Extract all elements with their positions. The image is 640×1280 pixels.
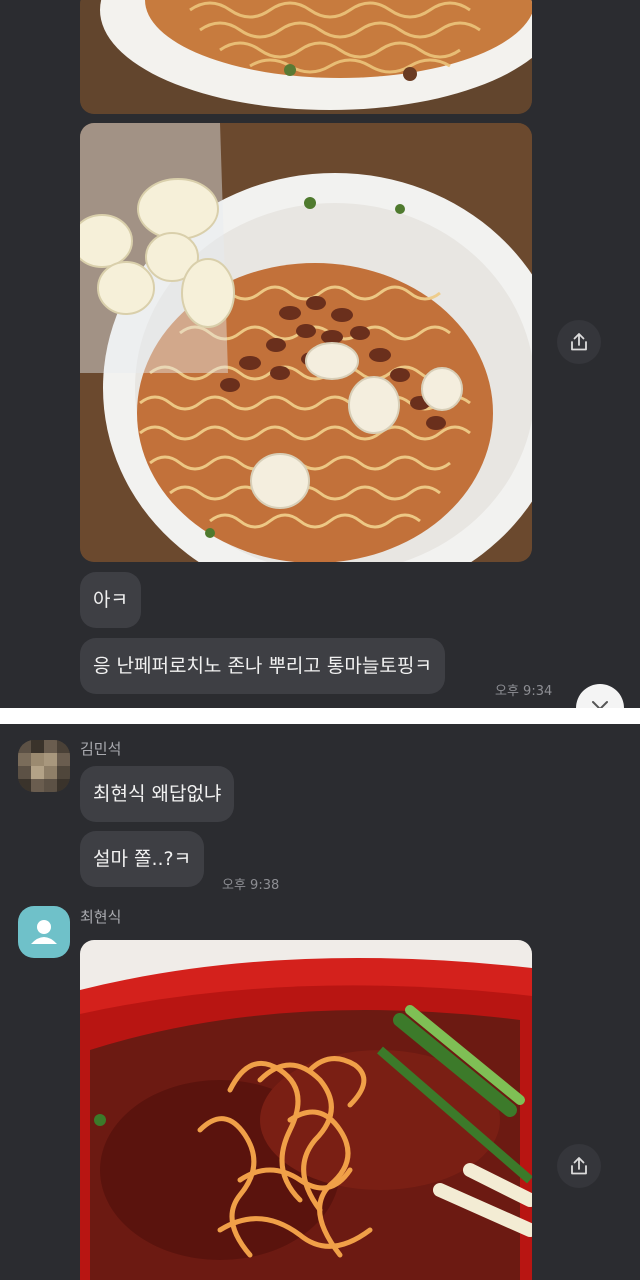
scroll-down-button[interactable] xyxy=(576,684,624,708)
photo-ramen-with-garlic[interactable] xyxy=(80,123,532,562)
message-bubble[interactable]: 설마 쫄..?ㅋ xyxy=(80,831,205,887)
chat-screenshot-top: 아ㅋ 응 난페퍼로치노 존나 뿌리고 통마늘토핑ㅋ 오후 9:34 xyxy=(0,0,640,708)
photo-ramen-cup-cropped[interactable] xyxy=(80,0,532,114)
share-icon xyxy=(571,333,587,351)
avatar-pixelated[interactable] xyxy=(18,740,70,792)
message-time: 오후 9:34 xyxy=(495,684,553,699)
sender-name: 김민석 xyxy=(80,740,122,758)
sender-name: 최현식 xyxy=(80,908,122,926)
message-time: 오후 9:38 xyxy=(222,878,280,893)
chat-screenshot-bottom: 김민석 최현식 왜답없냐 설마 쫄..?ㅋ 오후 9:38 최현식 xyxy=(0,724,640,1280)
share-button[interactable] xyxy=(557,320,601,364)
share-button[interactable] xyxy=(557,1144,601,1188)
photo-spicy-noodles[interactable] xyxy=(80,940,532,1280)
avatar-default[interactable] xyxy=(18,906,70,958)
person-icon xyxy=(31,920,57,944)
message-bubble[interactable]: 응 난페퍼로치노 존나 뿌리고 통마늘토핑ㅋ xyxy=(80,638,445,694)
message-bubble[interactable]: 아ㅋ xyxy=(80,572,141,628)
message-bubble[interactable]: 최현식 왜답없냐 xyxy=(80,766,235,822)
chevron-down-icon xyxy=(592,701,608,708)
share-icon xyxy=(571,1157,587,1175)
